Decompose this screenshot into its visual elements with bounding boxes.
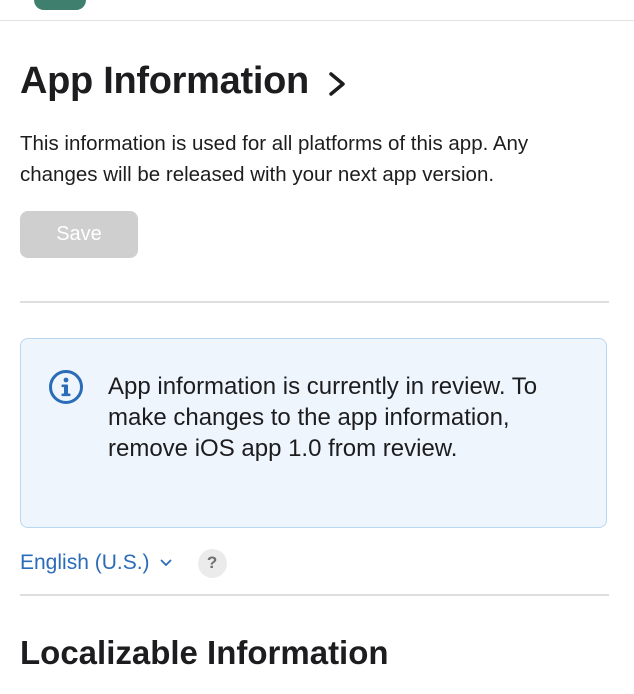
title-row[interactable]: App Information [20,58,349,104]
help-button[interactable]: ? [197,548,227,578]
save-button[interactable]: Save [20,211,138,258]
page-description: This information is used for all platfor… [20,132,529,186]
language-row: English (U.S.) ? [20,548,227,578]
review-notice-text: App information is currently in review. … [108,373,538,462]
section-heading-localizable: Localizable Information [20,634,389,671]
top-bar-button[interactable] [34,0,86,10]
language-select[interactable]: English (U.S.) [20,548,172,578]
language-select-label: English (U.S.) [20,551,150,574]
chevron-right-icon[interactable] [325,68,349,100]
review-notice: App information is currently in review. … [20,338,607,528]
chevron-down-icon [160,559,171,566]
divider [20,301,609,303]
divider [20,594,609,596]
top-bar [0,0,634,21]
page-title: App Information [20,60,309,102]
info-icon [49,370,83,404]
